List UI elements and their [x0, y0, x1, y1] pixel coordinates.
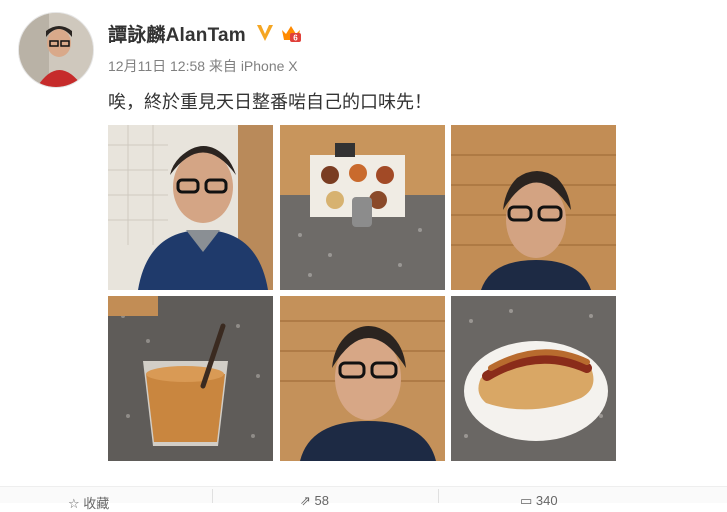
- favorite-button[interactable]: ☆ 收藏: [68, 493, 109, 512]
- action-bar: ☆ 收藏 ⇗ 58 ▭ 340: [0, 486, 727, 511]
- post-meta: 12月11日 12:58 来自 iPhone X: [108, 56, 298, 76]
- repost-count: 58: [314, 493, 329, 508]
- comment-icon: ▭: [520, 493, 533, 508]
- author-name[interactable]: 譚詠麟AlanTam: [108, 20, 246, 47]
- repost-icon: ⇗: [300, 493, 311, 508]
- source-prefix: 来自: [208, 58, 237, 74]
- post-text: 唉，終於重見天日整番啱自己的口味先！: [108, 92, 432, 112]
- post-source[interactable]: iPhone X: [241, 58, 298, 74]
- post-time[interactable]: 12月11日 12:58: [108, 58, 205, 74]
- photo-selfie-office[interactable]: [108, 125, 273, 290]
- level-number: 6: [293, 34, 298, 43]
- photo-selfie-closeup[interactable]: [280, 296, 445, 461]
- author-avatar[interactable]: [18, 12, 94, 88]
- verified-v-icon: [256, 25, 273, 41]
- photo-grid: [108, 125, 616, 461]
- comment-count: 340: [535, 493, 558, 508]
- divider: [212, 489, 213, 503]
- photo-menu-stand[interactable]: [280, 125, 445, 290]
- repost-button[interactable]: ⇗ 58: [300, 493, 329, 509]
- photo-milk-tea[interactable]: [108, 296, 273, 461]
- star-icon: ☆: [68, 496, 80, 511]
- divider: [438, 489, 439, 503]
- crown-level-icon[interactable]: 6: [280, 22, 302, 44]
- photo-hotdog[interactable]: [451, 296, 616, 461]
- comment-button[interactable]: ▭ 340: [520, 493, 558, 509]
- photo-selfie-wood-wall[interactable]: [451, 125, 616, 290]
- favorite-label: 收藏: [83, 496, 110, 511]
